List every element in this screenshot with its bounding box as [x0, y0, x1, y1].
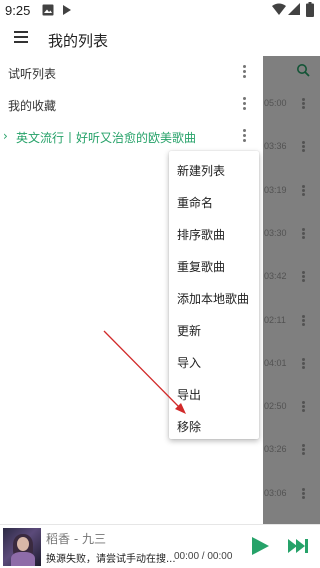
now-playing-status: 换源失败，请尝试手动在搜... [46, 554, 176, 565]
play-icon [63, 5, 71, 15]
menu-item-duplicate-songs[interactable]: 重复歌曲 [169, 249, 259, 281]
menu-item-add-local-songs[interactable]: 添加本地歌曲 [169, 281, 259, 313]
playlist-label: 英文流行丨好听又治愈的欧美歌曲 [16, 131, 197, 145]
playlist-context-menu: 新建列表 重命名 排序歌曲 重复歌曲 添加本地歌曲 更新 导入 导出 移除 [169, 151, 259, 439]
more-vert-icon[interactable] [238, 64, 250, 80]
playlist-label: 我的收藏 [8, 99, 57, 113]
menu-item-label: 排序歌曲 [177, 228, 226, 242]
menu-item-rename[interactable]: 重命名 [169, 185, 259, 217]
menu-item-import[interactable]: 导入 [169, 345, 259, 377]
menu-item-label: 添加本地歌曲 [177, 292, 250, 306]
playlist-label: 试听列表 [8, 67, 57, 81]
menu-item-label: 重复歌曲 [177, 260, 226, 274]
menu-item-label: 导出 [177, 388, 202, 402]
menu-item-update[interactable]: 更新 [169, 313, 259, 345]
menu-item-sort-songs[interactable]: 排序歌曲 [169, 217, 259, 249]
toolbar: 我的列表 [0, 22, 320, 56]
now-playing-title: 稻香 - 九三 [46, 532, 106, 546]
more-vert-icon[interactable] [238, 96, 250, 112]
playback-time: 00:00 / 00:00 [174, 551, 233, 562]
page-title: 我的列表 [48, 32, 109, 50]
status-bar: 9:25 [0, 0, 320, 22]
skip-next-icon[interactable] [287, 538, 309, 554]
menu-item-remove[interactable]: 移除 [169, 409, 259, 441]
dim-overlay[interactable] [263, 56, 320, 524]
play-icon[interactable] [250, 536, 270, 556]
playlist-item-favorites[interactable]: 我的收藏 [0, 88, 263, 120]
signal-icon [288, 3, 300, 15]
menu-item-label: 新建列表 [177, 164, 226, 178]
playlist-item-trial[interactable]: 试听列表 [0, 56, 263, 88]
menu-item-export[interactable]: 导出 [169, 377, 259, 409]
more-vert-icon[interactable] [238, 128, 250, 144]
album-art[interactable] [3, 528, 41, 566]
menu-item-label: 更新 [177, 324, 202, 338]
playlist-item-english-pop[interactable]: › 英文流行丨好听又治愈的欧美歌曲 [0, 120, 263, 152]
menu-item-label: 移除 [177, 420, 202, 434]
player-bar[interactable]: 稻香 - 九三 换源失败，请尝试手动在搜... 00:00 / 00:00 [0, 524, 320, 568]
battery-icon [306, 2, 314, 17]
wifi-icon [272, 3, 286, 15]
chevron-right-icon: › [3, 129, 8, 143]
menu-item-label: 导入 [177, 356, 202, 370]
image-icon [42, 4, 54, 16]
menu-item-new-list[interactable]: 新建列表 [169, 153, 259, 185]
hamburger-menu-icon[interactable] [12, 28, 30, 46]
status-time: 9:25 [5, 3, 31, 18]
menu-item-label: 重命名 [177, 196, 214, 210]
